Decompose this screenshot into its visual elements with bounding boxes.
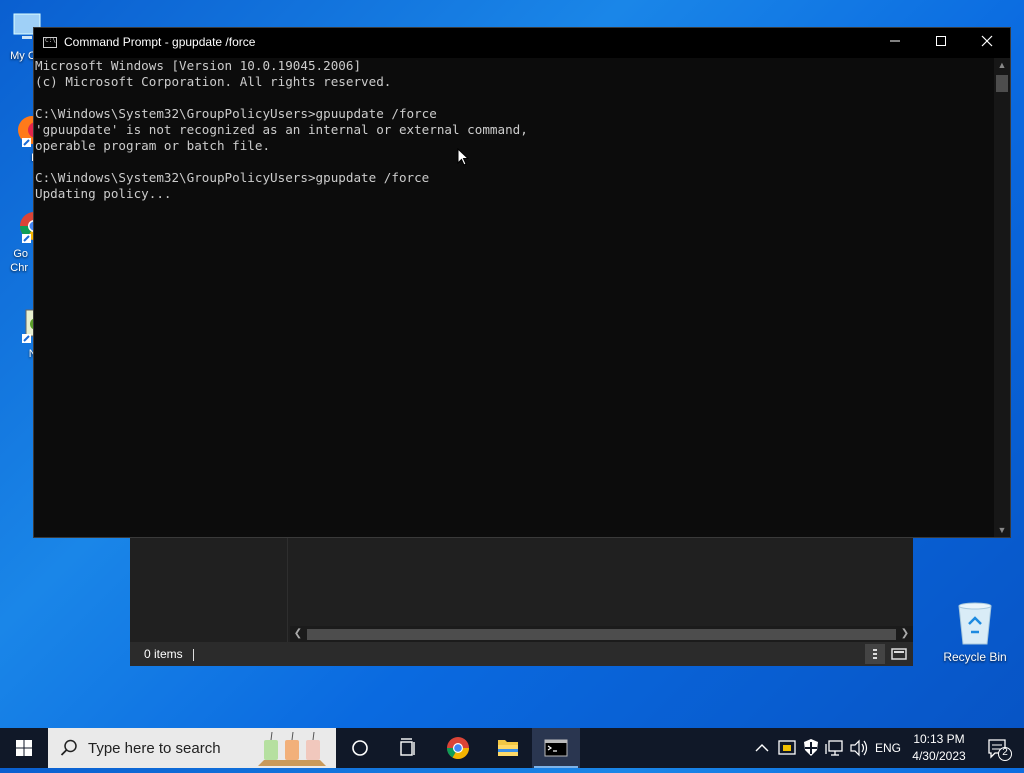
show-hidden-icons-button[interactable] xyxy=(752,728,772,768)
cmd-icon xyxy=(544,739,568,757)
mouse-pointer-icon xyxy=(457,147,470,166)
scroll-left-icon[interactable]: ❮ xyxy=(290,626,306,642)
tray-volume-icon[interactable] xyxy=(848,728,870,768)
action-center-button[interactable]: 2 xyxy=(978,728,1018,768)
cortana-icon xyxy=(352,740,368,756)
shield-icon xyxy=(804,739,818,756)
task-view-button[interactable] xyxy=(384,728,432,768)
maximize-button[interactable] xyxy=(918,28,964,58)
scrollbar-thumb[interactable] xyxy=(996,75,1008,92)
details-view-icon[interactable] xyxy=(865,644,885,664)
scrollbar-thumb[interactable] xyxy=(307,629,896,640)
status-bar: 0 items xyxy=(130,642,913,666)
clock-date: 4/30/2023 xyxy=(912,749,966,763)
boba-tea-icon xyxy=(258,732,326,766)
minimize-icon xyxy=(890,40,900,42)
folder-icon xyxy=(498,740,518,756)
file-explorer-window[interactable]: ❮ ❯ 0 items xyxy=(130,536,913,666)
scroll-down-icon[interactable]: ▼ xyxy=(994,523,1010,537)
scroll-right-icon[interactable]: ❯ xyxy=(897,626,913,642)
command-prompt-window[interactable]: Command Prompt - gpupdate /force Microso… xyxy=(33,27,1011,538)
taskbar-chrome[interactable] xyxy=(434,728,482,768)
search-box[interactable]: Type here to search xyxy=(48,728,336,768)
security-icon xyxy=(778,740,796,755)
desktop-icon-recycle-bin[interactable]: Recycle Bin xyxy=(941,600,1009,664)
taskbar-command-prompt[interactable] xyxy=(532,728,580,768)
console-text: Microsoft Windows [Version 10.0.19045.20… xyxy=(35,58,528,201)
search-placeholder: Type here to search xyxy=(88,740,221,757)
cortana-button[interactable] xyxy=(336,728,384,768)
search-icon xyxy=(60,739,77,756)
tray-defender-icon[interactable] xyxy=(800,728,822,768)
item-count: 0 items xyxy=(144,647,183,661)
windows-logo-icon xyxy=(16,740,32,756)
large-icons-view-icon[interactable] xyxy=(889,644,909,664)
status-separator xyxy=(192,648,194,661)
clock[interactable]: 10:13 PM 4/30/2023 xyxy=(903,731,975,765)
taskbar-file-explorer[interactable] xyxy=(484,728,532,768)
pane-divider[interactable] xyxy=(287,536,288,642)
cmd-app-icon xyxy=(43,37,57,48)
window-title: Command Prompt - gpupdate /force xyxy=(64,35,256,49)
network-icon xyxy=(825,740,843,756)
horizontal-scrollbar[interactable]: ❮ ❯ xyxy=(290,626,913,642)
console-output[interactable]: Microsoft Windows [Version 10.0.19045.20… xyxy=(34,58,994,537)
close-icon xyxy=(981,35,993,47)
task-view-icon xyxy=(400,738,415,756)
clock-time: 10:13 PM xyxy=(913,732,965,746)
language-indicator[interactable]: ENG xyxy=(874,728,902,768)
maximize-icon xyxy=(936,36,946,46)
language-label: ENG xyxy=(874,741,901,755)
tray-network-icon[interactable] xyxy=(824,728,846,768)
title-bar[interactable]: Command Prompt - gpupdate /force xyxy=(34,28,1010,58)
vertical-scrollbar[interactable]: ▲ ▼ xyxy=(994,58,1010,537)
notification-count-badge: 2 xyxy=(1002,747,1008,758)
chrome-icon xyxy=(447,737,469,759)
scroll-up-icon[interactable]: ▲ xyxy=(994,58,1010,72)
chevron-up-icon xyxy=(755,744,769,752)
start-button[interactable] xyxy=(0,728,48,768)
tray-security-icon[interactable] xyxy=(776,728,798,768)
minimize-button[interactable] xyxy=(872,28,918,58)
taskbar: Type here to search ENG 10:13 PM 4/30/20… xyxy=(0,728,1024,768)
recycle-bin-icon xyxy=(953,600,997,646)
close-button[interactable] xyxy=(964,28,1010,58)
notifications-icon xyxy=(988,739,1012,761)
recycle-bin-label: Recycle Bin xyxy=(943,650,1007,664)
speaker-icon xyxy=(850,739,868,757)
